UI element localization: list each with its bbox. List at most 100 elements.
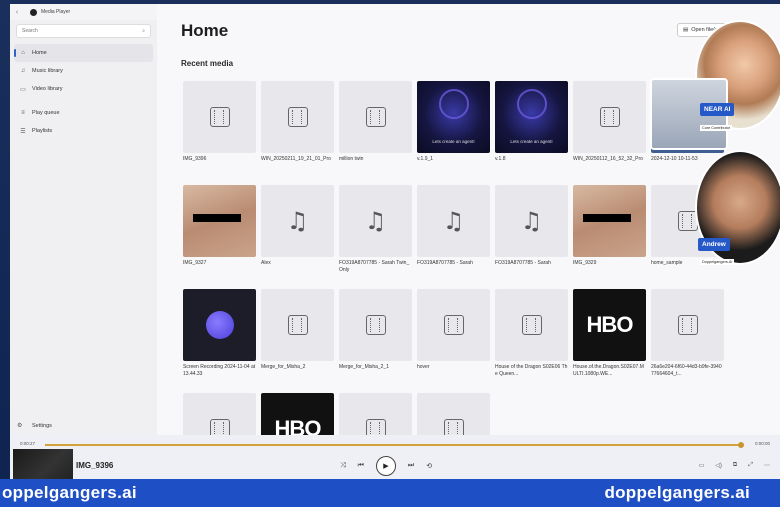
media-title: Merge_for_Misha_2 bbox=[261, 364, 306, 370]
sidebar-item-playlists[interactable]: ☰ Playlists bbox=[10, 122, 157, 140]
banner-text-left: oppelgangers.ai bbox=[2, 483, 137, 502]
miniplayer-icon[interactable]: ▭ bbox=[699, 462, 705, 469]
media-tile[interactable]: WIN_20250211_19_21_01_Pro bbox=[261, 81, 334, 185]
sidebar-item-label: Playlists bbox=[32, 128, 53, 134]
media-title: 26a6e204-6f60-44d3-b9fe-394077664604_t..… bbox=[651, 364, 722, 377]
video-file-icon bbox=[287, 107, 308, 127]
thumbnail-overlay-text: Lets create an agent! bbox=[432, 139, 475, 145]
next-icon[interactable]: ⏭ bbox=[408, 462, 414, 470]
media-tile[interactable]: 26a6e204-6f60-44d3-b9fe-394077664604_t..… bbox=[651, 289, 724, 393]
video-file-icon bbox=[443, 315, 464, 335]
media-tile[interactable]: million twin bbox=[339, 81, 412, 185]
cast-icon[interactable]: ⧉ bbox=[733, 462, 737, 469]
back-button[interactable]: ‹ bbox=[10, 9, 24, 16]
media-thumbnail: ♫ bbox=[261, 185, 334, 257]
media-tile[interactable]: IMG_9329 bbox=[573, 185, 646, 289]
sidebar-item-play-queue[interactable]: ≡ Play queue bbox=[10, 104, 157, 122]
censor-bar bbox=[193, 214, 241, 222]
playlists-icon: ☰ bbox=[20, 128, 26, 135]
media-tile[interactable]: hover bbox=[417, 289, 490, 393]
hbo-logo: HBO bbox=[274, 416, 322, 435]
censor-bar bbox=[583, 214, 631, 222]
search-icon: ⌕ bbox=[142, 28, 145, 34]
previous-icon[interactable]: ⏮ bbox=[358, 462, 364, 470]
fullscreen-icon[interactable]: ⤢ bbox=[748, 462, 753, 469]
brand-banner: oppelgangers.ai doppelgangers.ai bbox=[0, 479, 780, 507]
now-playing-title: IMG_9396 bbox=[76, 461, 114, 470]
search-input[interactable]: Search ⌕ bbox=[16, 24, 151, 38]
media-tile[interactable]: WIN_20250112_16_52_32_Pro bbox=[573, 81, 646, 185]
media-thumbnail: HBO bbox=[261, 393, 334, 435]
media-title: FO319A8707785 - Sarah Twin_Only bbox=[339, 260, 410, 273]
media-thumbnail: ♫ bbox=[417, 185, 490, 257]
media-tile[interactable]: Lets create an agent! v.1.8 bbox=[495, 81, 568, 185]
sidebar-item-label: Video library bbox=[32, 86, 63, 92]
media-tile[interactable]: HBO bbox=[261, 393, 334, 435]
media-tile[interactable]: ♫ FO319A8707785 - Sarah Twin_Only bbox=[339, 185, 412, 289]
secondary-controls: ▭ ◁) ⧉ ⤢ ⋯ bbox=[699, 462, 770, 469]
media-tile[interactable]: Merge_for_Misha_2_1 bbox=[339, 289, 412, 393]
sidebar-item-label: Music library bbox=[32, 68, 63, 74]
media-tile[interactable]: House of the Dragon S02E06 The Queen... bbox=[495, 289, 568, 393]
video-library-icon: ▭ bbox=[20, 86, 26, 93]
video-file-icon bbox=[599, 107, 620, 127]
play-queue-icon: ≡ bbox=[21, 110, 25, 116]
media-tile[interactable]: IMG_9396 bbox=[183, 81, 256, 185]
media-tile[interactable]: ♫ FO319A8707785 - Sarah bbox=[495, 185, 568, 289]
page-title: Home bbox=[181, 21, 229, 40]
music-file-icon: ♫ bbox=[364, 207, 387, 235]
media-thumbnail bbox=[183, 81, 256, 153]
open-file-icon: ▤ bbox=[683, 27, 689, 33]
media-tile[interactable]: ♫ Alex bbox=[261, 185, 334, 289]
now-playing-thumbnail[interactable] bbox=[13, 449, 73, 479]
media-tile[interactable]: ♫ FO319A8707785 - Sarah bbox=[417, 185, 490, 289]
seek-bar[interactable] bbox=[45, 442, 744, 448]
hbo-logo: HBO bbox=[586, 312, 634, 337]
play-button[interactable]: ▶ bbox=[375, 456, 396, 476]
sidebar-item-video-library[interactable]: ▭ Video library bbox=[10, 80, 157, 98]
media-thumbnail bbox=[261, 289, 334, 361]
media-player-window: ‹ Media Player — ☐ ✕ Search ⌕ ⌂ Home ♫ bbox=[10, 4, 780, 479]
play-icon: ▶ bbox=[383, 463, 389, 470]
timeline: 0:00:27 0:00:00 bbox=[20, 438, 770, 448]
media-tile[interactable]: IMG_9327 bbox=[183, 185, 256, 289]
media-title: FO319A8707785 - Sarah bbox=[417, 260, 473, 266]
media-tile[interactable] bbox=[339, 393, 412, 435]
home-icon: ⌂ bbox=[21, 50, 25, 56]
media-title: v.1.8 bbox=[495, 156, 506, 162]
media-title: Screen Recording 2024-11-04 at 13.44.33 bbox=[183, 364, 256, 377]
media-tile[interactable]: HBO House.of.the.Dragon.S02E07.MULTI.1080… bbox=[573, 289, 646, 393]
sidebar: Search ⌕ ⌂ Home ♫ Music library ▭ Video … bbox=[10, 20, 157, 435]
media-thumbnail bbox=[573, 185, 646, 257]
media-thumbnail: Lets create an agent! bbox=[495, 81, 568, 153]
media-tile[interactable] bbox=[417, 393, 490, 435]
shuffle-icon[interactable]: ⤨ bbox=[340, 462, 346, 470]
participant-name-tag: NEAR AI bbox=[700, 103, 735, 116]
thumbnail-overlay-text: Lets create an agent! bbox=[510, 139, 553, 145]
seek-handle[interactable] bbox=[737, 442, 744, 448]
app-icon bbox=[30, 8, 37, 16]
media-tile[interactable]: Lets create an agent! v.1.9_1 bbox=[417, 81, 490, 185]
media-thumbnail bbox=[183, 393, 256, 435]
media-title: IMG_9327 bbox=[183, 260, 207, 266]
repeat-icon[interactable]: ⟲ bbox=[426, 462, 432, 470]
sidebar-item-music-library[interactable]: ♫ Music library bbox=[10, 62, 157, 80]
media-tile[interactable]: Merge_for_Misha_2 bbox=[261, 289, 334, 393]
time-total: 0:00:00 bbox=[754, 441, 770, 446]
more-icon[interactable]: ⋯ bbox=[764, 462, 770, 469]
media-title: House.of.the.Dragon.S02E07.MULTI.1080p.W… bbox=[573, 364, 644, 377]
sidebar-item-settings[interactable]: ⚙ Settings bbox=[17, 422, 52, 430]
sidebar-item-home[interactable]: ⌂ Home bbox=[14, 44, 153, 62]
video-file-icon bbox=[209, 419, 230, 435]
media-grid: IMG_9396 WIN_20250211_19_21_01_Pro million… bbox=[183, 81, 724, 435]
bubble-graphic bbox=[517, 89, 547, 119]
media-thumbnail bbox=[651, 289, 724, 361]
media-thumbnail bbox=[417, 393, 490, 435]
sidebar-item-label: Home bbox=[32, 50, 47, 56]
media-tile[interactable] bbox=[183, 393, 256, 435]
media-thumbnail bbox=[339, 393, 412, 435]
volume-icon[interactable]: ◁) bbox=[715, 462, 722, 469]
media-title: Alex bbox=[261, 260, 271, 266]
media-tile[interactable]: Screen Recording 2024-11-04 at 13.44.33 bbox=[183, 289, 256, 393]
video-file-icon bbox=[521, 315, 542, 335]
